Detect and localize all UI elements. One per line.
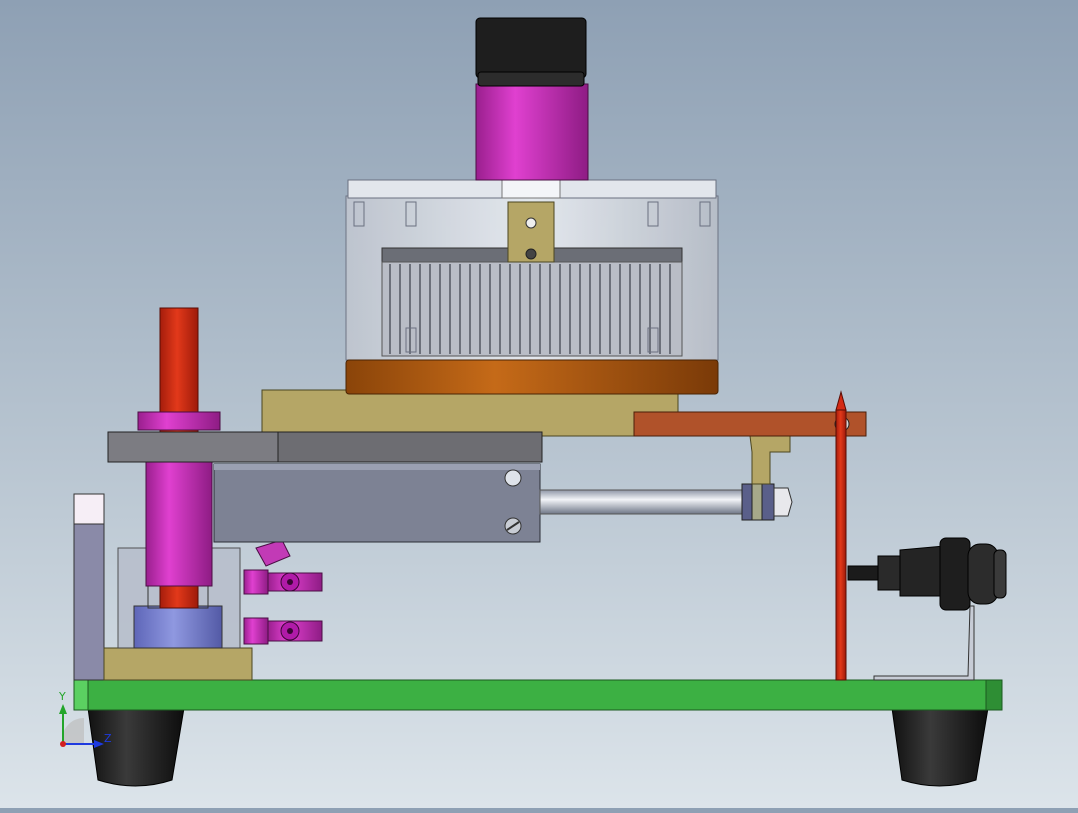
z-axis-label: Z (104, 732, 112, 745)
left-upright-block[interactable] (73, 493, 105, 681)
heatsink-fins (381, 247, 683, 357)
model-view[interactable]: Y Z (0, 0, 1078, 808)
motor-heatsink-assembly[interactable] (345, 17, 719, 395)
sensor-bracket[interactable] (749, 435, 791, 485)
connector[interactable] (847, 537, 1007, 681)
rubber-feet[interactable] (87, 707, 989, 787)
pneumatic-cylinder[interactable] (213, 463, 793, 543)
fittings[interactable] (243, 539, 323, 645)
origin-dot (60, 741, 66, 747)
pointer-rod[interactable] (835, 390, 847, 681)
y-axis-label: Y (58, 690, 66, 703)
upper-guide-bar[interactable] (107, 431, 543, 463)
cad-viewport[interactable]: Y Z (0, 0, 1078, 808)
motor-mount-plate[interactable] (261, 389, 679, 437)
sensor-arm[interactable] (633, 411, 867, 437)
base-plate[interactable] (73, 679, 1003, 711)
fitting-upper (243, 569, 323, 595)
fitting-lower (243, 617, 323, 645)
